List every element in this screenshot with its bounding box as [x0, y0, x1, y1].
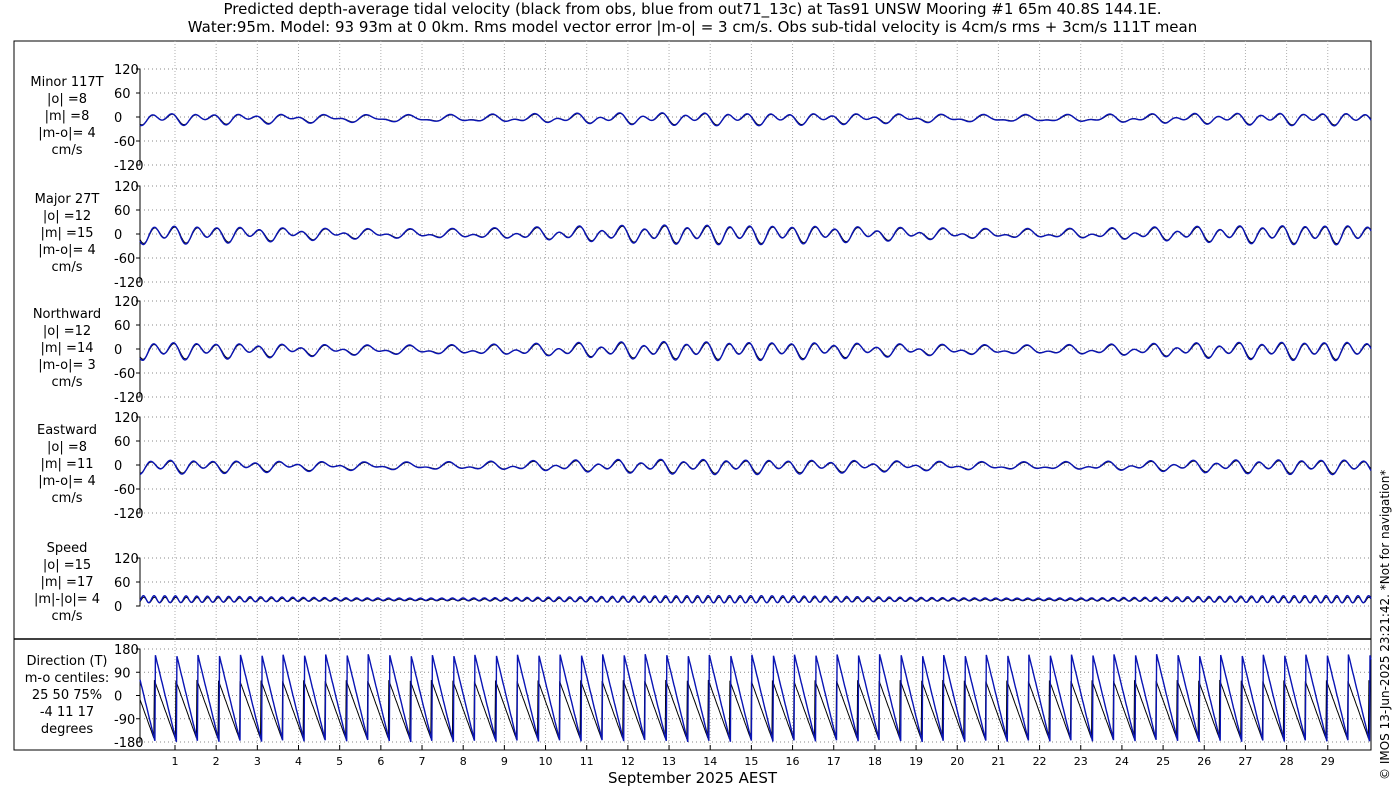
- panel-label-line: degrees: [40, 722, 94, 737]
- panel-label-major: Major 27T |o| =12 |m| =15 |m-o|= 4 cm/s: [14, 191, 120, 276]
- panel-label-line: |o| =8: [46, 440, 87, 455]
- x-tick-label: 28: [1280, 755, 1294, 768]
- x-tick-label: 3: [254, 755, 261, 768]
- panel-label-line: cm/s: [51, 491, 83, 506]
- y-tick-label: -120: [114, 159, 144, 174]
- x-axis-label: September 2025 AEST: [607, 769, 778, 787]
- x-tick-label: 10: [539, 755, 553, 768]
- panel-label-line: Speed: [46, 541, 88, 556]
- x-tick-label: 7: [419, 755, 426, 768]
- tidal-velocity-chart: 1 2 3 4 5 6 7 8 9 10 11 12 13 14 15 16 17 18 19 20 21 22 23 24 2…: [13, 40, 1372, 768]
- panel-label-line: |m| =17: [40, 575, 94, 590]
- x-tick-label: 21: [991, 755, 1005, 768]
- panel-label-minor: Minor 117T |o| =8 |m| =8 |m-o|= 4 cm/s: [14, 74, 120, 159]
- x-tick-label: 26: [1197, 755, 1211, 768]
- x-tick-label: 5: [336, 755, 343, 768]
- panel-label-line: |m-o|= 3: [38, 358, 96, 373]
- x-tick-label: 14: [703, 755, 717, 768]
- panel-label-line: Major 27T: [34, 192, 100, 207]
- minor-model-line: [139, 112, 1372, 127]
- panel-label-line: |o| =8: [46, 92, 87, 107]
- credit-text: © IMOS 13-Jun-2025 23:21:42. *Not for na…: [1378, 469, 1392, 780]
- x-tick-label: 27: [1238, 755, 1252, 768]
- x-tick-label: 11: [580, 755, 594, 768]
- y-tick-label: -180: [114, 736, 144, 751]
- panel-label-line: |o| =12: [42, 209, 92, 224]
- panel-label-line: Eastward: [36, 423, 98, 438]
- panel-label-line: |m| =14: [40, 341, 94, 356]
- panel-label-line: cm/s: [51, 143, 83, 158]
- panel-label-line: Direction (T): [26, 654, 108, 669]
- y-tick-label: -120: [114, 276, 144, 291]
- x-tick-label: 16: [786, 755, 800, 768]
- x-tick-label: 15: [744, 755, 758, 768]
- x-tick-label: 23: [1074, 755, 1088, 768]
- panel-label-line: |m| =11: [40, 457, 94, 472]
- panel-label-line: Minor 117T: [30, 75, 104, 90]
- major-model-line: [139, 224, 1372, 246]
- north-model-line: [139, 340, 1372, 362]
- x-tick-label: 22: [1033, 755, 1047, 768]
- x-tick-label: 12: [621, 755, 635, 768]
- panel-label-line: cm/s: [51, 260, 83, 275]
- y-tick-label: -120: [114, 507, 144, 522]
- panel-label-line: |m| =15: [40, 226, 94, 241]
- x-tick-label: 19: [909, 755, 923, 768]
- x-tick-label: 20: [950, 755, 964, 768]
- x-tick-label: 4: [295, 755, 302, 768]
- y-tick-label: -120: [114, 391, 144, 406]
- panel-label-line: cm/s: [51, 375, 83, 390]
- x-tick-label: 1: [171, 755, 178, 768]
- x-tick-label: 2: [213, 755, 220, 768]
- panel-label-line: |m-o|= 4: [38, 243, 96, 258]
- x-tick-label: 17: [827, 755, 841, 768]
- panel-label-line: Northward: [32, 307, 102, 322]
- x-tick-label: 24: [1115, 755, 1129, 768]
- x-tick-label: 25: [1156, 755, 1170, 768]
- panel-label-line: |o| =12: [42, 324, 92, 339]
- panel-label-line: cm/s: [51, 609, 83, 624]
- panel-label-dir: Direction (T) m-o centiles: 25 50 75% -4 11…: [14, 653, 120, 738]
- panel-label-line: |m| =8: [44, 109, 90, 124]
- panel-label-line: -4 11 17: [39, 705, 95, 720]
- panel-label-line: |o| =15: [42, 558, 92, 573]
- figure-frame: [13, 40, 1372, 751]
- panel-label-line: m-o centiles:: [24, 671, 110, 686]
- x-tick-label: 8: [460, 755, 467, 768]
- panel-label-north: Northward |o| =12 |m| =14 |m-o|= 3 cm/s: [14, 306, 120, 391]
- x-tick-label: 18: [868, 755, 882, 768]
- x-tick-label: 9: [501, 755, 508, 768]
- panel-label-line: |m-o|= 4: [38, 126, 96, 141]
- panel-label-line: |m|-|o|= 4: [33, 592, 101, 607]
- x-tick-label: 29: [1321, 755, 1335, 768]
- panel-label-speed: Speed |o| =15 |m| =17 |m|-|o|= 4 cm/s: [14, 540, 120, 625]
- x-tick-label: 13: [662, 755, 676, 768]
- panel-label-line: 25 50 75%: [31, 688, 103, 703]
- panel-label-east: Eastward |o| =8 |m| =11 |m-o|= 4 cm/s: [14, 422, 120, 507]
- panel-label-line: |m-o|= 4: [38, 474, 96, 489]
- x-tick-label: 6: [377, 755, 384, 768]
